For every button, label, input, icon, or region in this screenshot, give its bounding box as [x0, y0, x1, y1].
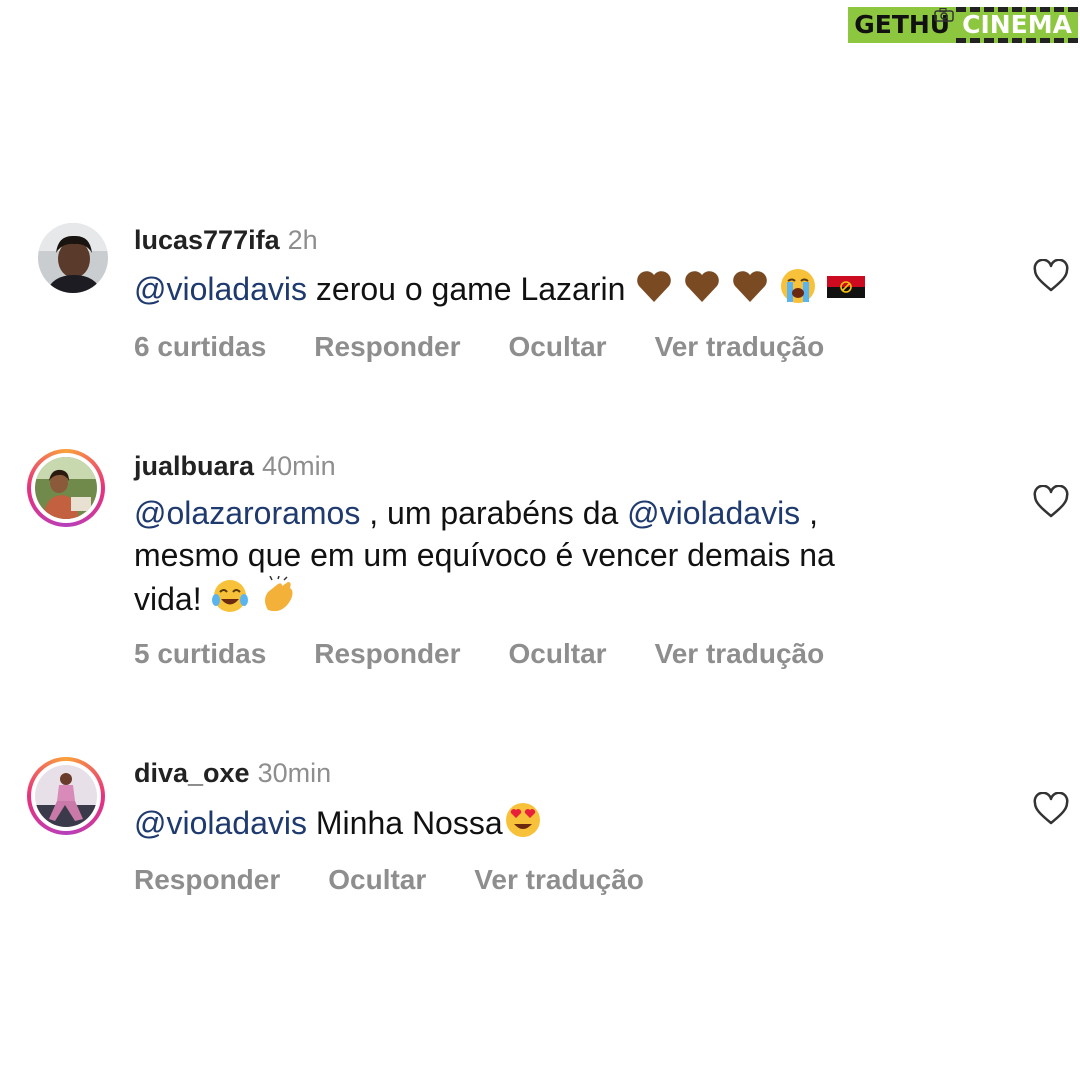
- mention-link[interactable]: @violadavis: [627, 495, 800, 531]
- story-ring[interactable]: [27, 757, 105, 835]
- avatar-image: [35, 457, 97, 519]
- comment-text: @olazaroramos , um parabéns da @violadav…: [134, 495, 818, 531]
- likes-count[interactable]: 6 curtidas: [134, 331, 266, 362]
- reply-button[interactable]: Responder: [314, 638, 460, 669]
- username[interactable]: diva_oxe: [134, 758, 250, 788]
- watermark-logo: GETHU CINEMA: [848, 4, 1078, 46]
- comment-text-line: mesmo que em um equívoco é vencer demais…: [134, 537, 835, 573]
- avatar: [35, 457, 97, 519]
- watermark-right-text: CINEMA: [934, 7, 1078, 43]
- translate-button[interactable]: Ver tradução: [474, 864, 644, 895]
- comment-text: @violadavis Minha Nossa: [134, 800, 964, 844]
- camera-icon: [934, 8, 954, 22]
- username[interactable]: jualbuara: [134, 451, 254, 481]
- reply-button[interactable]: Responder: [314, 331, 460, 362]
- comment-header: lucas777ifa 2h: [134, 223, 318, 257]
- comment-text-line: vida!: [134, 576, 964, 620]
- timestamp: 2h: [287, 225, 318, 255]
- username[interactable]: lucas777ifa: [134, 225, 280, 255]
- hide-button[interactable]: Ocultar: [328, 864, 426, 895]
- comment-actions: 5 curtidas Responder Ocultar Ver tradução: [134, 637, 872, 671]
- comment-header: jualbuara 40min: [134, 449, 336, 483]
- avatar: [35, 765, 97, 827]
- likes-count[interactable]: 5 curtidas: [134, 638, 266, 669]
- tears-of-joy-face-icon: [212, 580, 249, 612]
- like-heart-icon[interactable]: [1032, 792, 1070, 826]
- comment-header: diva_oxe 30min: [134, 756, 331, 790]
- translate-button[interactable]: Ver tradução: [655, 331, 825, 362]
- mention-link[interactable]: @olazaroramos: [134, 495, 360, 531]
- comment-actions: Responder Ocultar Ver tradução: [134, 863, 692, 897]
- brown-heart-icon: [733, 271, 768, 302]
- mention-link[interactable]: @violadavis: [134, 271, 307, 307]
- avatar-image: [38, 223, 108, 293]
- reply-button[interactable]: Responder: [134, 864, 280, 895]
- angola-flag-icon: [827, 276, 866, 298]
- like-heart-icon[interactable]: [1032, 485, 1070, 519]
- clapping-hands-icon: [265, 576, 293, 612]
- brown-heart-icon: [637, 271, 672, 302]
- timestamp: 40min: [262, 451, 336, 481]
- avatar[interactable]: [38, 223, 108, 293]
- loudly-crying-face-icon: [781, 269, 816, 303]
- comment-text: @violadavis zerou o game Lazarin: [134, 266, 964, 310]
- hide-button[interactable]: Ocultar: [509, 638, 607, 669]
- heart-eyes-face-icon: [505, 803, 540, 837]
- timestamp: 30min: [257, 758, 332, 788]
- mention-link[interactable]: @violadavis: [134, 805, 307, 841]
- brown-heart-icon: [685, 271, 720, 302]
- story-ring[interactable]: [27, 449, 105, 527]
- hide-button[interactable]: Ocultar: [509, 331, 607, 362]
- like-heart-icon[interactable]: [1032, 259, 1070, 293]
- avatar-image: [35, 765, 97, 827]
- comment-actions: 6 curtidas Responder Ocultar Ver tradução: [134, 330, 872, 364]
- translate-button[interactable]: Ver tradução: [655, 638, 825, 669]
